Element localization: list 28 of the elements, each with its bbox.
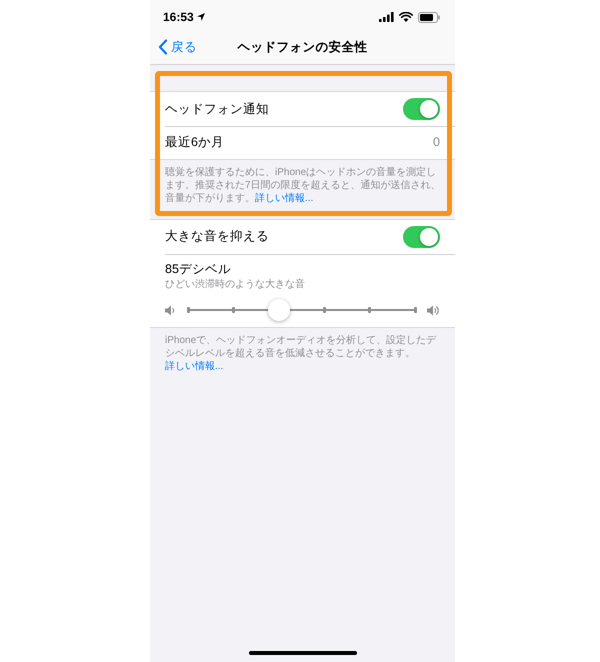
slider-notch-icon [232,307,235,313]
status-time: 16:53 [163,9,194,26]
speaker-low-icon [165,304,176,316]
back-button[interactable]: 戻る [158,38,197,56]
row-value: 0 [433,134,440,152]
slider-notch-icon [186,307,190,313]
toggle-switch[interactable] [403,226,440,248]
learn-more-link[interactable]: 詳しい情報... [165,361,224,372]
row-label: 大きな音を抑える [165,228,269,246]
learn-more-link[interactable]: 詳しい情報... [255,192,314,204]
nav-title: ヘッドフォンの安全性 [238,38,368,56]
chevron-left-icon [158,39,168,55]
location-arrow-icon [196,13,205,21]
row-label: ヘッドフォン通知 [165,100,269,118]
battery-icon [418,12,440,22]
row-label: 最近6か月 [165,134,224,152]
slider-notch-icon [322,307,326,313]
signal-icon [379,12,394,22]
toggle-switch[interactable] [403,98,440,120]
section-footer-text: iPhoneで、ヘッドフォンオーディオを分析して、設定したデシベルレベルを超える音を低減させることができます。 詳しい情報... [164,334,438,374]
setting-title: 85デシベル [165,261,232,277]
wifi-icon [399,12,413,22]
section-footer-text: 聴覚を保護するために、iPhoneはヘッドホンの音量を測定します。推奨された7日間の限度を超えると、通知が送信され、音量が下がります。詳しい情報... [164,166,442,206]
slider-thumb[interactable] [268,299,290,321]
speaker-high-icon [427,304,440,316]
slider-notch-icon [414,307,416,313]
setting-subtitle: ひどい渋滞時のような大きな音 [165,278,306,291]
slider-notch-icon [368,307,372,313]
